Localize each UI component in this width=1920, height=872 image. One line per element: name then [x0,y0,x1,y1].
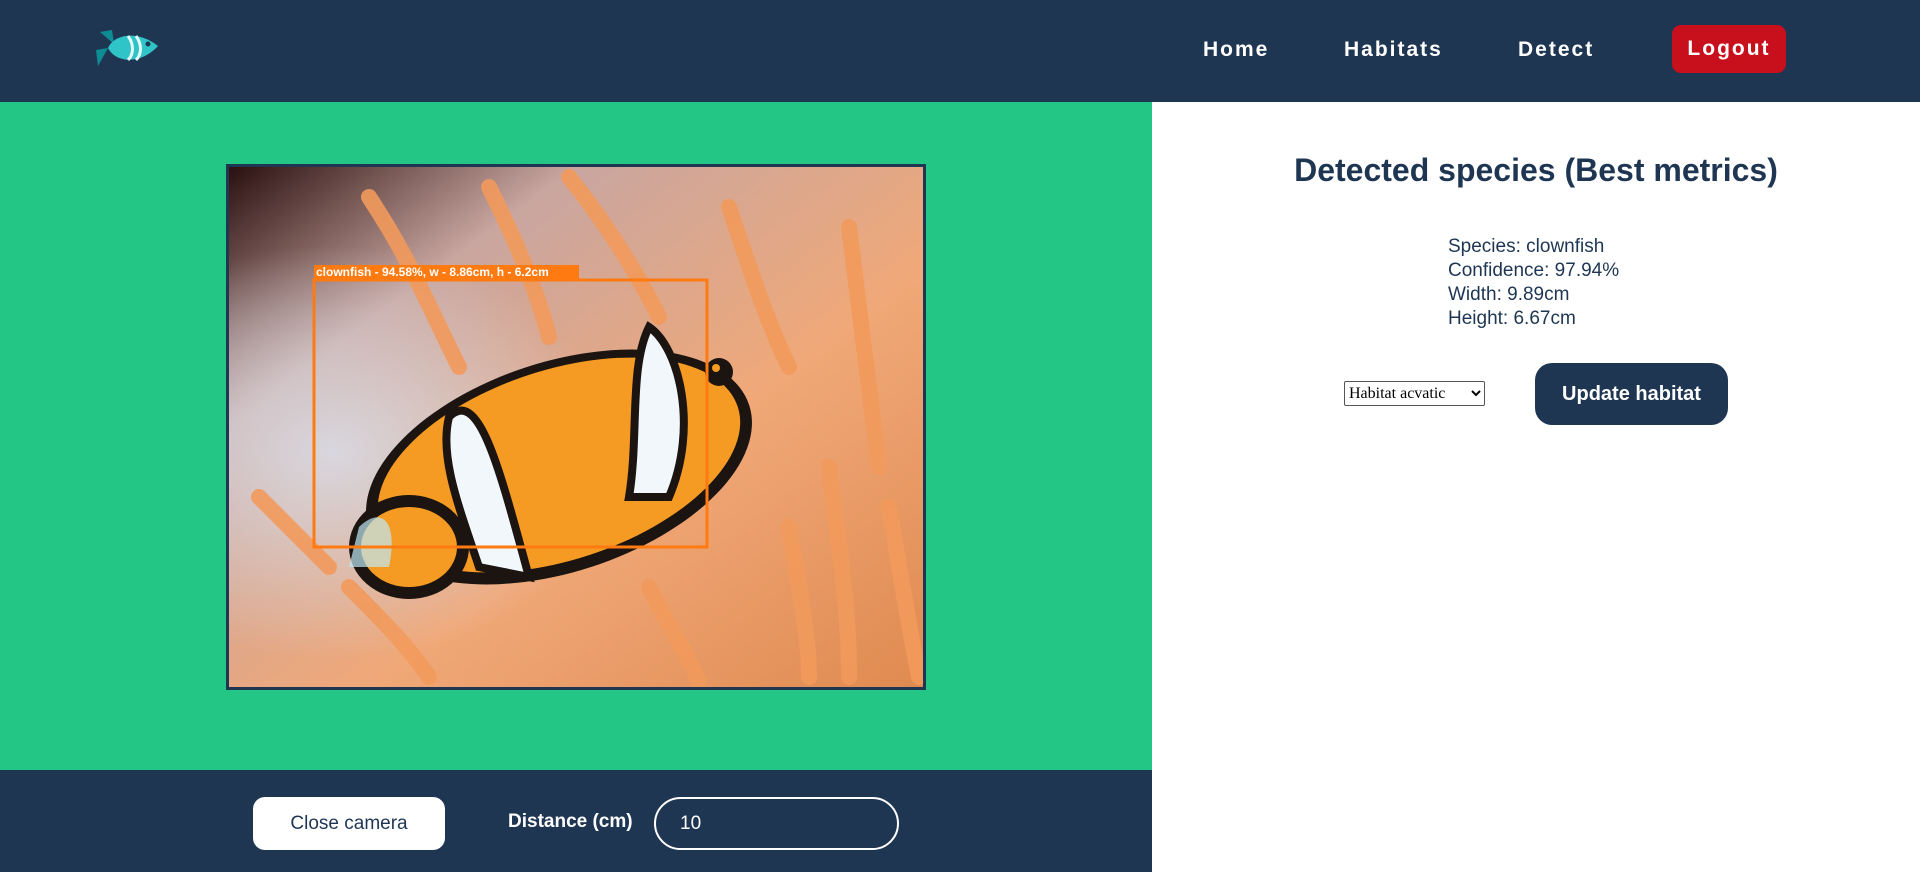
fish-logo-icon[interactable] [94,26,160,70]
top-navbar: Home Habitats Detect Logout [0,0,1920,102]
nav-habitats-link[interactable]: Habitats [1344,36,1443,64]
detection-label: clownfish - 94.58%, w - 8.86cm, h - 6.2c… [316,265,549,279]
camera-controls: Close camera Distance (cm) [0,770,1152,872]
close-camera-button[interactable]: Close camera [253,797,445,850]
metrics-list: Species: clownfish Confidence: 97.94% Wi… [1448,235,1619,331]
camera-image: clownfish - 94.58%, w - 8.86cm, h - 6.2c… [229,167,923,687]
species-metric: Species: clownfish [1448,236,1605,257]
width-metric: Width: 9.89cm [1448,284,1570,305]
nav-home-link[interactable]: Home [1203,36,1269,64]
camera-feed: clownfish - 94.58%, w - 8.86cm, h - 6.2c… [226,164,926,690]
distance-label: Distance (cm) [508,811,633,832]
camera-panel: clownfish - 94.58%, w - 8.86cm, h - 6.2c… [0,102,1152,770]
habitat-select[interactable]: Habitat acvatic [1344,381,1485,406]
logout-button[interactable]: Logout [1672,25,1786,73]
distance-input[interactable] [654,797,899,850]
confidence-metric: Confidence: 97.94% [1448,260,1620,281]
height-metric: Height: 6.67cm [1448,308,1576,329]
results-title: Detected species (Best metrics) [1294,152,1778,188]
update-habitat-button[interactable]: Update habitat [1535,363,1728,425]
results-panel: Detected species (Best metrics) Species:… [1152,102,1920,872]
nav-detect-link[interactable]: Detect [1518,36,1594,64]
